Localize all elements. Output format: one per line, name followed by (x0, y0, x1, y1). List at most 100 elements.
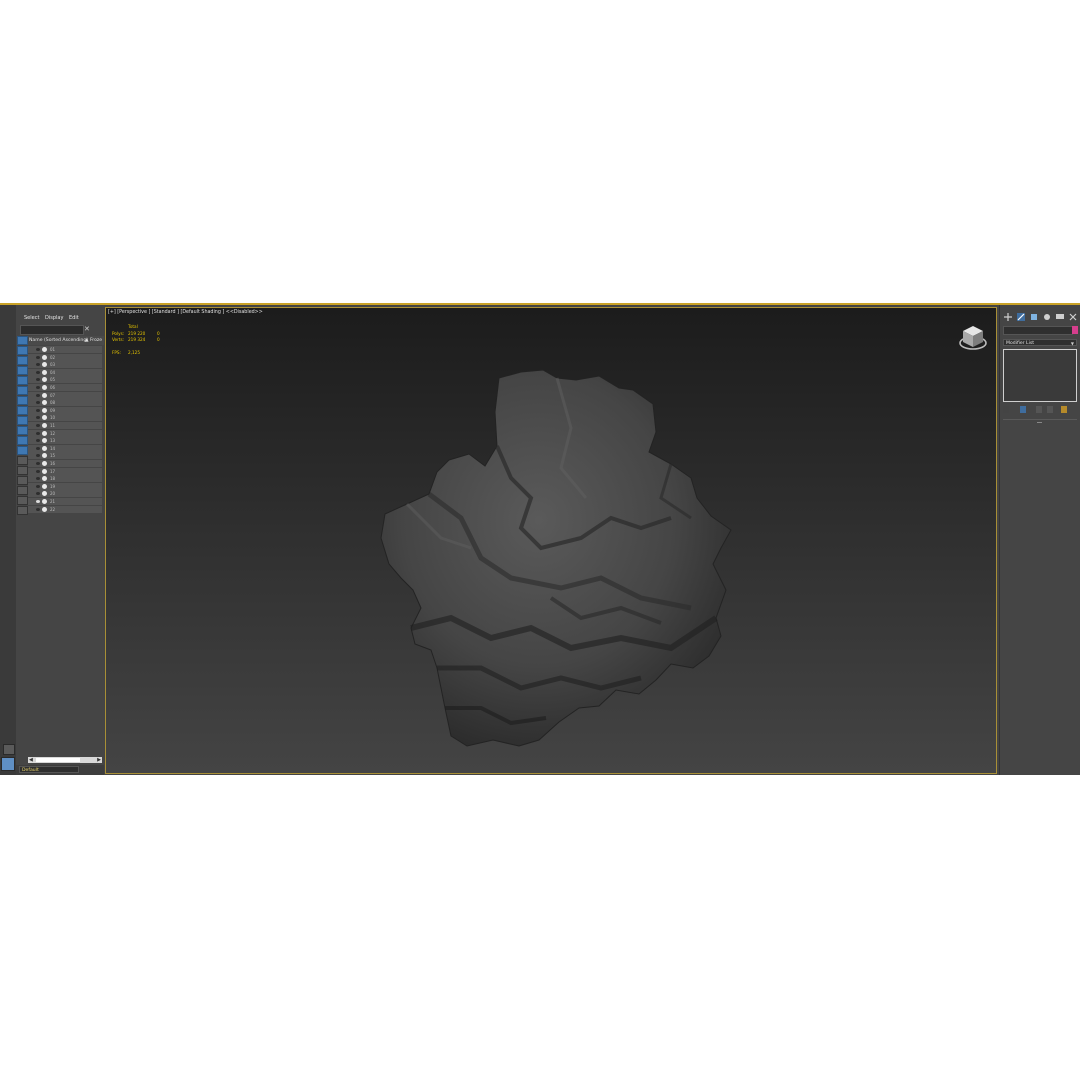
display-frozen-icon[interactable] (17, 436, 28, 445)
list-item[interactable]: 03 (28, 361, 102, 369)
rollout-handle[interactable] (1037, 422, 1042, 423)
visibility-eye-icon[interactable] (36, 431, 40, 435)
display-none-icon[interactable] (17, 466, 28, 475)
list-item[interactable]: 02 (28, 353, 102, 361)
remove-modifier-icon[interactable] (1047, 406, 1053, 413)
list-item[interactable]: 01 (28, 346, 102, 353)
visibility-eye-icon[interactable] (36, 378, 40, 382)
show-end-result-icon[interactable] (1020, 406, 1026, 413)
rock-3d-model[interactable] (371, 368, 736, 753)
list-item[interactable]: 20 (28, 490, 102, 498)
configure-modifier-sets-icon[interactable] (1061, 406, 1067, 413)
display-xrefs-icon[interactable] (17, 406, 28, 415)
make-unique-icon[interactable] (1036, 406, 1042, 413)
visibility-eye-icon[interactable] (36, 446, 40, 450)
explorer-column-header[interactable]: Name (Sorted Ascending) ▲ Froze (28, 336, 104, 345)
visibility-eye-icon[interactable] (36, 355, 40, 359)
explorer-search-input[interactable] (20, 325, 84, 335)
list-item[interactable]: 08 (28, 399, 102, 407)
menu-display[interactable]: Display (45, 313, 63, 323)
object-name: 13 (50, 438, 56, 444)
display-shapes-icon[interactable] (17, 346, 28, 355)
display-geometry-icon[interactable] (17, 336, 28, 345)
lock-cell-icon[interactable] (17, 486, 28, 495)
selection-set-icon[interactable] (17, 506, 28, 515)
visibility-eye-icon[interactable] (36, 363, 40, 367)
list-item[interactable]: 05 (28, 376, 102, 384)
list-item[interactable]: 21 (28, 498, 102, 505)
invert-display-icon[interactable] (17, 476, 28, 485)
perspective-viewport[interactable]: [+] [Perspective ] [Standard ] [Default … (105, 307, 997, 774)
list-item[interactable]: 15 (28, 452, 102, 460)
visibility-eye-icon[interactable] (36, 507, 40, 511)
list-item[interactable]: 12 (28, 429, 102, 437)
visibility-eye-icon[interactable] (36, 393, 40, 397)
list-item[interactable]: 11 (28, 422, 102, 429)
visibility-eye-icon[interactable] (36, 416, 40, 420)
visibility-eye-icon[interactable] (36, 370, 40, 374)
expand-arrow-icon[interactable] (3, 744, 15, 755)
list-item[interactable]: 09 (28, 406, 102, 414)
modifier-stack[interactable] (1003, 349, 1077, 402)
pin-stack-icon[interactable] (1003, 406, 1009, 413)
explorer-horizontal-scrollbar[interactable]: ◀ ▶ (28, 757, 102, 763)
current-layer-field[interactable]: Default (19, 766, 79, 773)
list-item[interactable]: 18 (28, 475, 102, 483)
display-groups-icon[interactable] (17, 396, 28, 405)
layer-explorer-icon[interactable] (1, 757, 15, 771)
list-item[interactable]: 22 (28, 505, 102, 513)
display-helpers-icon[interactable] (17, 376, 28, 385)
list-item[interactable]: 10 (28, 414, 102, 422)
modifier-list-dropdown[interactable]: Modifier List ▼ (1003, 339, 1077, 346)
visibility-eye-icon[interactable] (36, 348, 40, 351)
visibility-eye-icon[interactable] (36, 492, 40, 496)
display-spacewarps-icon[interactable] (17, 386, 28, 395)
viewcube-icon[interactable] (958, 322, 988, 352)
list-item[interactable]: 13 (28, 437, 102, 445)
list-item[interactable]: 07 (28, 391, 102, 399)
menu-edit[interactable]: Edit (69, 313, 79, 323)
display-tab-icon[interactable] (1056, 313, 1064, 321)
list-item[interactable]: 14 (28, 444, 102, 452)
utilities-tab-icon[interactable] (1069, 313, 1077, 321)
list-item[interactable]: 19 (28, 482, 102, 490)
display-cameras-icon[interactable] (17, 366, 28, 375)
list-item[interactable]: 17 (28, 467, 102, 475)
visibility-eye-icon[interactable] (36, 500, 40, 503)
clear-search-icon[interactable]: ✕ (84, 324, 90, 334)
object-name: 05 (50, 377, 56, 383)
modify-tab-icon[interactable] (1017, 313, 1025, 321)
filter-funnel-icon[interactable] (17, 496, 28, 505)
visibility-eye-icon[interactable] (36, 454, 40, 458)
display-containers-icon[interactable] (17, 426, 28, 435)
display-lights-icon[interactable] (17, 356, 28, 365)
visibility-eye-icon[interactable] (36, 469, 40, 473)
display-hidden-icon[interactable] (17, 446, 28, 455)
name-column-header[interactable]: Name (Sorted Ascending) (29, 336, 88, 345)
visibility-eye-icon[interactable] (36, 439, 40, 443)
visibility-eye-icon[interactable] (36, 477, 40, 481)
visibility-eye-icon[interactable] (36, 408, 40, 412)
geometry-object-icon (42, 491, 47, 497)
frozen-column-header[interactable]: ▲ Froze (85, 336, 102, 345)
list-item[interactable]: 06 (28, 384, 102, 391)
visibility-eye-icon[interactable] (36, 401, 40, 405)
list-item[interactable]: 04 (28, 368, 102, 376)
visibility-eye-icon[interactable] (36, 484, 40, 488)
scrollbar-thumb[interactable] (36, 758, 80, 762)
object-color-swatch[interactable] (1072, 326, 1078, 334)
viewport-label-menu[interactable]: [+] [Perspective ] [Standard ] [Default … (108, 310, 263, 315)
object-name-field[interactable] (1003, 326, 1073, 335)
display-all-icon[interactable] (17, 456, 28, 465)
display-bones-icon[interactable] (17, 416, 28, 425)
motion-tab-icon[interactable] (1043, 313, 1051, 321)
hierarchy-tab-icon[interactable] (1030, 313, 1038, 321)
visibility-eye-icon[interactable] (36, 386, 40, 389)
visibility-eye-icon[interactable] (36, 462, 40, 465)
list-item[interactable]: 16 (28, 460, 102, 467)
scroll-right-icon[interactable]: ▶ (97, 756, 101, 764)
menu-select[interactable]: Select (24, 313, 39, 323)
create-tab-icon[interactable] (1004, 313, 1012, 321)
scroll-left-icon[interactable]: ◀ (29, 756, 33, 764)
visibility-eye-icon[interactable] (36, 424, 40, 427)
